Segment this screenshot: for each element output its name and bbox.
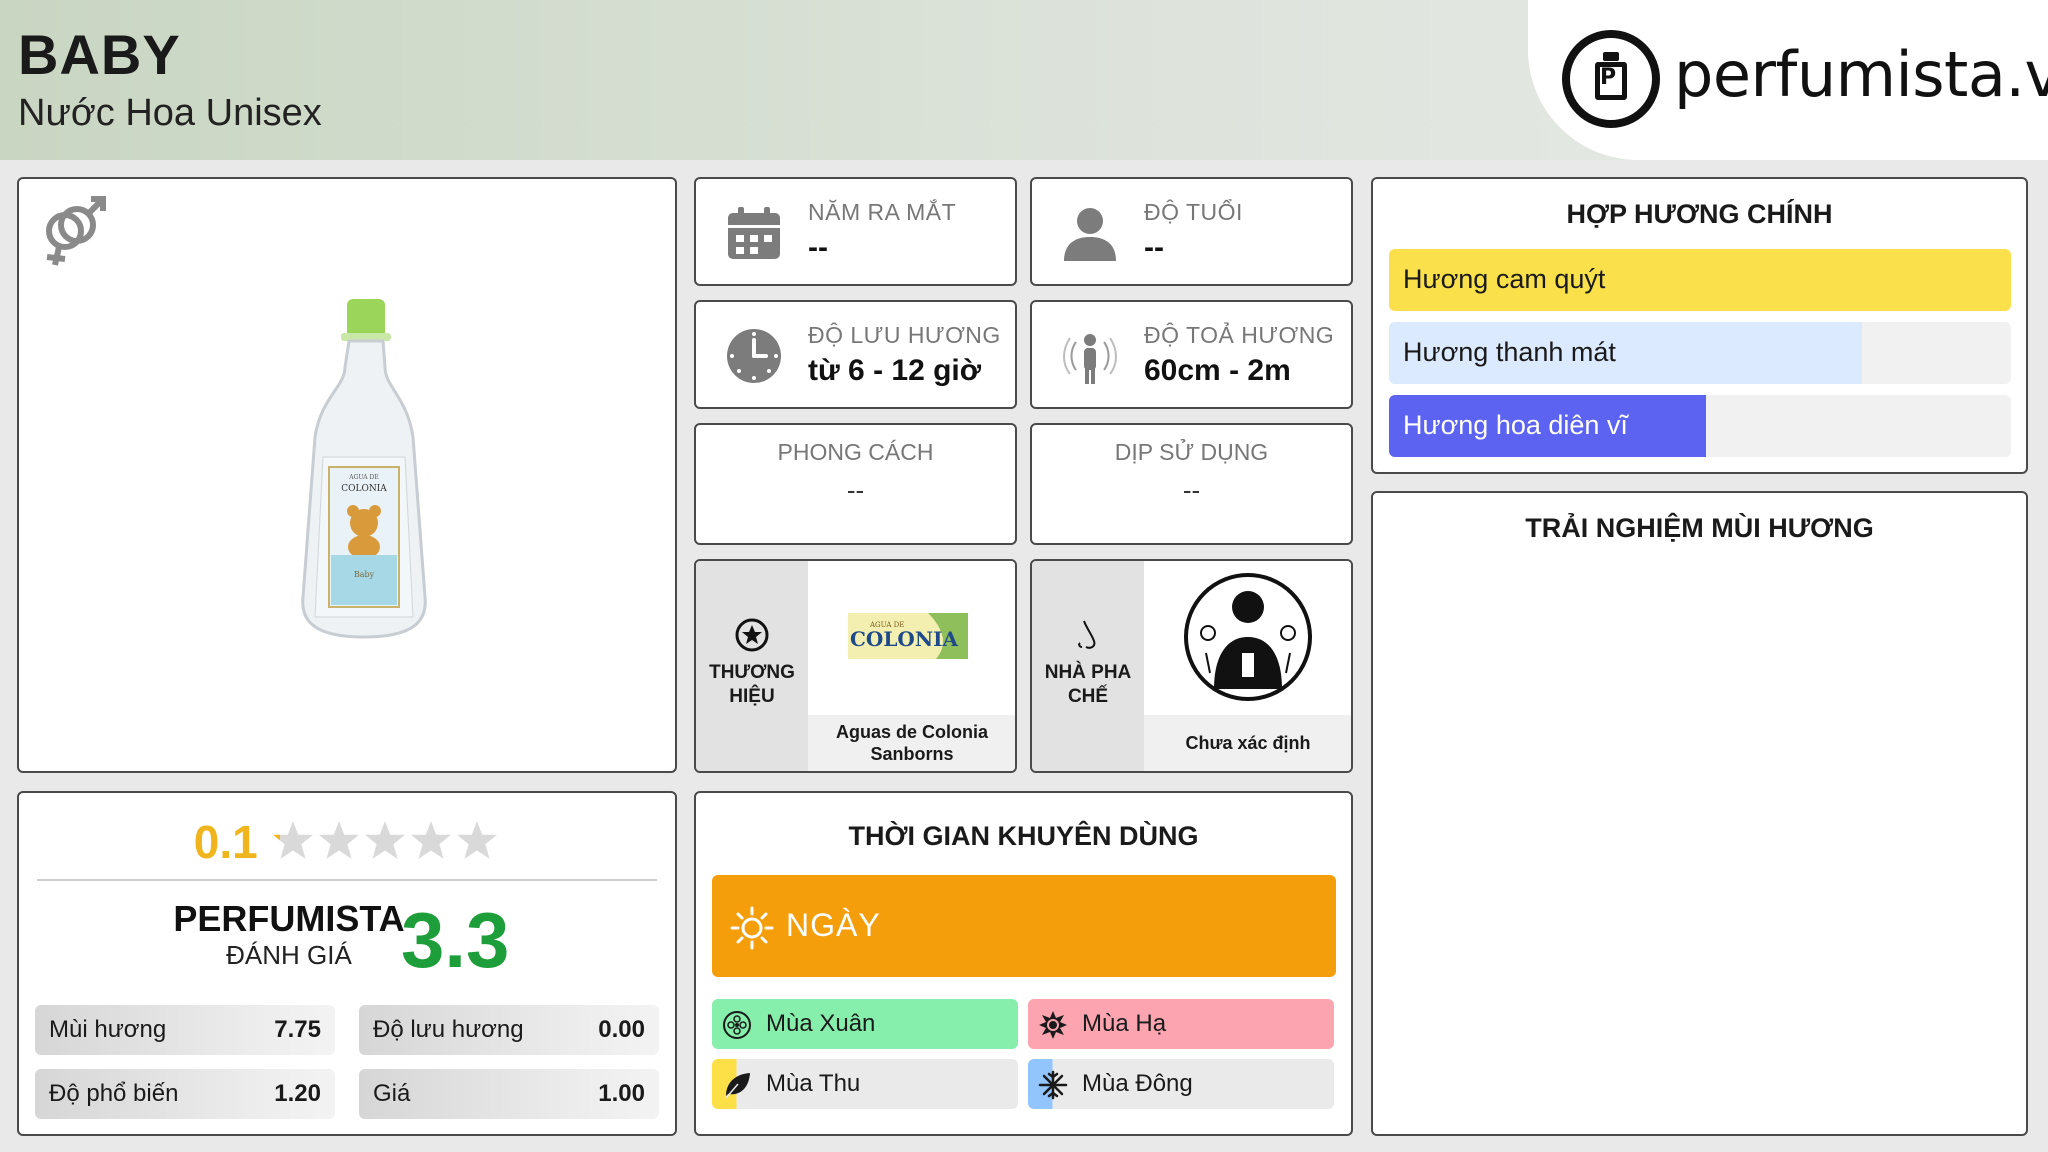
- occasion-label: DỊP SỬ DỤNG: [1114, 439, 1269, 465]
- metric-label: Mùi hương: [49, 1016, 167, 1043]
- male-female-icon: [46, 196, 106, 266]
- scent-experience-card: TRẢI NGHIỆM MÙI HƯƠNG: [1371, 491, 2028, 1136]
- accord-label: Hương cam quýt: [1403, 264, 1606, 294]
- sun-icon: [1039, 1011, 1067, 1039]
- metric-longevity: Độ lưu hương 0.00: [359, 1005, 659, 1055]
- season-label: Mùa Hạ: [1082, 1010, 1167, 1037]
- user-rating-row: 0.1: [19, 815, 675, 869]
- clock-icon: [727, 329, 781, 383]
- metric-label: Giá: [373, 1080, 411, 1107]
- occasion-value: --: [1182, 475, 1201, 505]
- star-badge-icon: [735, 618, 769, 652]
- day-bar: NGÀY: [712, 875, 1336, 977]
- star-icon[interactable]: [364, 819, 406, 861]
- perfume-bottle-logo-icon[interactable]: P: [1562, 30, 1660, 128]
- metric-value: 0.00: [598, 1016, 645, 1043]
- style-value: --: [846, 475, 865, 505]
- bottle-label-brand-small: AGUA DE: [348, 474, 378, 481]
- brand-logo-image[interactable]: AGUA DE COLONIA: [808, 561, 1016, 715]
- nose-icon: [1078, 620, 1096, 649]
- metric-popularity: Độ phổ biến 1.20: [35, 1069, 335, 1119]
- scent-experience-title: TRẢI NGHIỆM MÙI HƯƠNG: [1525, 513, 1874, 543]
- star-icon[interactable]: [456, 819, 498, 861]
- metric-value: 1.20: [274, 1080, 321, 1107]
- star-rating[interactable]: [270, 819, 500, 866]
- season-label: Mùa Thu: [766, 1070, 861, 1097]
- sillage-label: ĐỘ TOẢ HƯƠNG: [1144, 322, 1335, 348]
- sun-icon: [730, 906, 774, 950]
- snowflake-icon: [1038, 1070, 1068, 1100]
- age-value: --: [1144, 231, 1164, 264]
- calendar-icon: [728, 207, 780, 259]
- main-accords-title: HỢP HƯƠNG CHÍNH: [1566, 199, 1833, 229]
- style-cell: PHONG CÁCH --: [694, 423, 1017, 545]
- metric-value: 1.00: [598, 1080, 645, 1107]
- season-autumn: Mùa Thu: [712, 1059, 1018, 1109]
- sillage-value: 60cm - 2m: [1144, 354, 1291, 387]
- flower-icon: [723, 1011, 751, 1039]
- sillage-cell: ĐỘ TOẢ HƯƠNG 60cm - 2m: [1030, 300, 1353, 409]
- style-label: PHONG CÁCH: [777, 439, 934, 465]
- metric-value: 7.75: [274, 1016, 321, 1043]
- perfumista-rating-label: PERFUMISTA ĐÁNH GIÁ: [169, 899, 409, 971]
- brand-name[interactable]: Aguas de Colonia Sanborns: [808, 715, 1015, 771]
- longevity-cell: ĐỘ LƯU HƯƠNG từ 6 - 12 giờ: [694, 300, 1017, 409]
- radiating-person-icon: [1063, 334, 1117, 384]
- perfumista-label: PERFUMISTA: [173, 898, 405, 939]
- metric-label: Độ lưu hương: [373, 1016, 524, 1043]
- brand-label: THƯƠNG HIỆU: [709, 662, 795, 707]
- season-label: Mùa Đông: [1082, 1070, 1193, 1097]
- accord-bar[interactable]: Hương hoa diên vĩ: [1389, 395, 2011, 457]
- recommended-time-card: THỜI GIAN KHUYÊN DÙNG NGÀY Mùa Xuân Mùa …: [694, 791, 1353, 1136]
- perfumer-label-panel: NHÀ PHA CHẾ: [1032, 561, 1144, 771]
- longevity-value: từ 6 - 12 giờ: [808, 354, 982, 387]
- leaf-icon: [725, 1073, 750, 1099]
- perfume-subtitle: Nước Hoa Unisex: [18, 92, 322, 134]
- brand-cell[interactable]: THƯƠNG HIỆU AGUA DE COLONIA Aguas de Col…: [694, 559, 1017, 773]
- longevity-label: ĐỘ LƯU HƯƠNG: [808, 322, 1001, 348]
- accord-bar[interactable]: Hương cam quýt: [1389, 249, 2011, 311]
- launch-year-value: --: [808, 231, 828, 264]
- brand-label-panel: THƯƠNG HIỆU: [696, 561, 808, 771]
- perfumer-avatar-image[interactable]: [1144, 561, 1352, 715]
- metric-label: Độ phổ biến: [49, 1080, 179, 1107]
- age-label: ĐỘ TUỔI: [1144, 199, 1243, 225]
- bottle-label-brand: COLONIA: [341, 484, 387, 494]
- season-summer: Mùa Hạ: [1028, 999, 1334, 1049]
- perfumer-label: NHÀ PHA CHẾ: [1044, 662, 1132, 707]
- perfumista-sub-label: ĐÁNH GIÁ: [226, 940, 352, 970]
- perfumer-name[interactable]: Chưa xác định: [1144, 715, 1351, 771]
- accord-label: Hương thanh mát: [1403, 337, 1616, 367]
- star-icon[interactable]: [318, 819, 360, 861]
- rating-divider: [37, 879, 657, 881]
- accord-bar[interactable]: Hương thanh mát: [1389, 322, 2011, 384]
- star-icon[interactable]: [410, 819, 452, 861]
- accord-label: Hương hoa diên vĩ: [1403, 410, 1628, 440]
- launch-year-label: NĂM RA MẮT: [808, 199, 957, 225]
- person-icon: [1064, 208, 1116, 261]
- brand-logo-text: COLONIA: [850, 627, 958, 651]
- perfumer-cell[interactable]: NHÀ PHA CHẾ Chưa xác định: [1030, 559, 1353, 773]
- metric-scent: Mùi hương 7.75: [35, 1005, 335, 1055]
- season-winter: Mùa Đông: [1028, 1059, 1334, 1109]
- metric-price: Giá 1.00: [359, 1069, 659, 1119]
- site-logo-text[interactable]: perfumista.vn: [1674, 38, 2048, 111]
- main-accords-card: HỢP HƯƠNG CHÍNH Hương cam quýt Hương tha…: [1371, 177, 2028, 474]
- user-rating-score: 0.1: [193, 816, 258, 868]
- perfume-title: BABY: [18, 23, 181, 86]
- launch-year-cell: NĂM RA MẮT --: [694, 177, 1017, 286]
- recommended-time-title: THỜI GIAN KHUYÊN DÙNG: [848, 821, 1199, 851]
- age-cell: ĐỘ TUỔI --: [1030, 177, 1353, 286]
- season-spring: Mùa Xuân: [712, 999, 1018, 1049]
- bottle-label-name: Baby: [354, 570, 375, 579]
- page-header: BABY Nước Hoa Unisex P perfumista.vn: [0, 0, 2048, 160]
- product-bottle-image: AGUA DE COLONIA Baby: [301, 299, 427, 639]
- day-label: NGÀY: [786, 907, 881, 943]
- occasion-cell: DỊP SỬ DỤNG --: [1030, 423, 1353, 545]
- rating-card: 0.1 PERFUMISTA ĐÁNH GIÁ 3.3 Mùi hương 7.…: [17, 791, 677, 1136]
- perfumista-score: 3.3: [401, 896, 510, 984]
- season-label: Mùa Xuân: [766, 1010, 876, 1037]
- star-icon[interactable]: [272, 819, 314, 861]
- product-image-card: AGUA DE COLONIA Baby: [17, 177, 677, 773]
